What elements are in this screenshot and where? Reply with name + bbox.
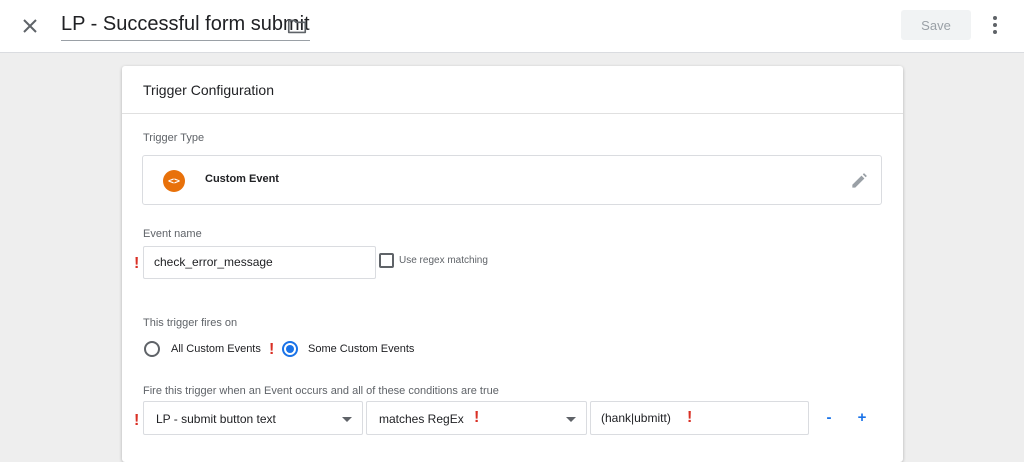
condition-operator-select[interactable]: matches RegEx ! <box>366 401 587 435</box>
event-name-label: Event name <box>143 228 202 240</box>
condition-error-mark: ! <box>134 412 140 429</box>
save-button[interactable]: Save <box>901 10 971 40</box>
trigger-type-label: Trigger Type <box>143 132 205 144</box>
top-bar: LP - Successful form submit Save <box>0 0 1024 53</box>
radio-all-custom-events[interactable] <box>144 341 160 357</box>
condition-variable-value: LP - submit button text <box>156 412 276 426</box>
add-condition-button[interactable]: + <box>852 407 872 429</box>
regex-matching-label: Use regex matching <box>399 255 488 266</box>
pencil-icon[interactable] <box>849 171 869 191</box>
radio-some-custom-events[interactable] <box>282 341 298 357</box>
close-icon[interactable] <box>18 14 42 38</box>
radio-all-custom-events-label: All Custom Events <box>171 343 261 355</box>
dropdown-arrow-icon <box>342 417 352 422</box>
radio-some-custom-events-label: Some Custom Events <box>308 343 415 355</box>
remove-condition-button[interactable]: - <box>819 407 839 429</box>
trigger-configuration-card: Trigger Configuration Trigger Type <> Cu… <box>122 66 903 462</box>
custom-event-icon: <> <box>163 170 185 192</box>
operator-error-mark: ! <box>474 409 480 426</box>
fires-on-label: This trigger fires on <box>143 317 238 329</box>
folder-icon[interactable] <box>286 15 308 37</box>
conditions-label: Fire this trigger when an Event occurs a… <box>143 385 499 397</box>
trigger-type-selector[interactable]: <> Custom Event <box>142 155 882 205</box>
condition-operator-value: matches RegEx <box>379 412 464 426</box>
event-name-error-mark: ! <box>134 255 140 272</box>
trigger-title[interactable]: LP - Successful form submit <box>61 13 310 41</box>
condition-variable-select[interactable]: LP - submit button text <box>143 401 363 435</box>
event-name-input[interactable]: check_error_message <box>143 246 376 279</box>
fires-on-error-mark: ! <box>269 341 275 358</box>
regex-matching-checkbox[interactable] <box>379 253 394 268</box>
dropdown-arrow-icon <box>566 417 576 422</box>
value-error-mark: ! <box>687 409 693 426</box>
card-header: Trigger Configuration <box>122 66 903 114</box>
condition-value-text: (hank|ubmitt) <box>601 411 671 425</box>
condition-value-input[interactable]: (hank|ubmitt) ! <box>590 401 809 435</box>
trigger-type-name: Custom Event <box>205 173 279 185</box>
more-options-icon[interactable] <box>984 13 1006 37</box>
card-title: Trigger Configuration <box>143 82 274 98</box>
